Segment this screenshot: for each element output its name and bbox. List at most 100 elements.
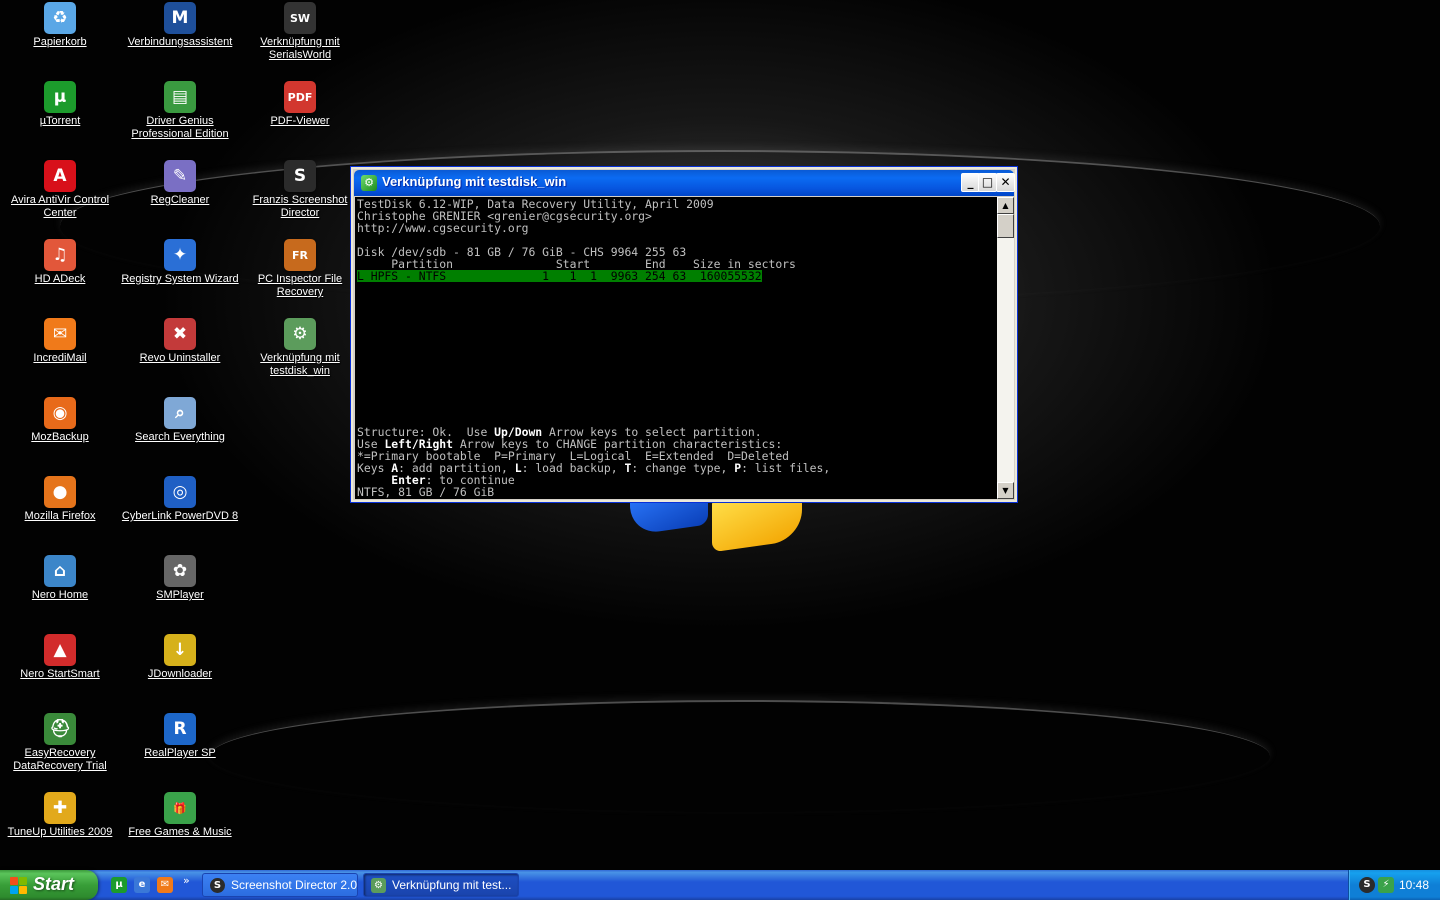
- desktop-icon-label: Revo Uninstaller: [139, 352, 221, 364]
- console-output[interactable]: TestDisk 6.12-WIP, Data Recovery Utility…: [355, 197, 997, 499]
- desktop-icon-label: Verknüpfung mit testdisk_win: [260, 352, 340, 377]
- scroll-down-arrow-icon[interactable]: ▼: [997, 482, 1014, 499]
- desktop-icon[interactable]: ✖ Revo Uninstaller: [120, 318, 240, 365]
- search-everything-icon: ⌕: [164, 397, 196, 429]
- free-games-icon: 🎁: [164, 792, 196, 824]
- window-title: Verknüpfung mit testdisk_win: [382, 174, 567, 189]
- start-button[interactable]: Start: [0, 870, 98, 900]
- utorrent-icon: µ: [44, 81, 76, 113]
- nero-startsmart-icon: ▲: [44, 634, 76, 666]
- desktop-icon-label: RegCleaner: [150, 194, 210, 206]
- desktop-icon[interactable]: ⌂ Nero Home: [0, 555, 120, 602]
- desktop-icon[interactable]: ↓ JDownloader: [120, 634, 240, 681]
- mozbackup-icon: ◉: [44, 397, 76, 429]
- connection-assistant-icon: M: [164, 2, 196, 34]
- desktop-icon-label: CyberLink PowerDVD 8: [121, 510, 239, 522]
- desktop-icon[interactable]: R RealPlayer SP: [120, 713, 240, 760]
- desktop-icon-label: JDownloader: [147, 668, 213, 680]
- desktop-icon[interactable]: ♻ Papierkorb: [0, 2, 120, 49]
- realplayer-icon: R: [164, 713, 196, 745]
- screenshot-director-icon: S: [210, 878, 225, 893]
- desktop-icon[interactable]: ◉ MozBackup: [0, 397, 120, 444]
- window-titlebar[interactable]: ⚙ Verknüpfung mit testdisk_win _ □ ✕: [354, 170, 1015, 196]
- desktop-icon-label: Mozilla Firefox: [24, 510, 96, 522]
- desktop-icon[interactable]: ⌕ Search Everything: [120, 397, 240, 444]
- desktop-icon-label: Franzis Screenshot Director: [252, 194, 348, 219]
- console-scrollbar[interactable]: ▲ ▼: [997, 197, 1014, 499]
- desktop-icon[interactable]: M Verbindungsassistent: [120, 2, 240, 49]
- desktop-icon[interactable]: ♫ HD ADeck: [0, 239, 120, 286]
- desktop-icon[interactable]: ● Mozilla Firefox: [0, 476, 120, 523]
- taskbar-item-label: Screenshot Director 2.0: [231, 878, 358, 892]
- wallpaper-swoosh-bottom: [210, 700, 1270, 812]
- desktop-icon-label: Search Everything: [135, 431, 225, 443]
- powerdvd-icon: ◎: [164, 476, 196, 508]
- desktop-icon[interactable]: 🎁 Free Games & Music: [120, 792, 240, 839]
- desktop-icon-label: Registry System Wizard: [121, 273, 239, 285]
- testdisk-console-window[interactable]: ⚙ Verknüpfung mit testdisk_win _ □ ✕ Tes…: [350, 166, 1018, 503]
- desktop-icon-label: µTorrent: [39, 115, 81, 127]
- quicklaunch-incredimail-icon[interactable]: ✉: [157, 877, 173, 893]
- desktop-icon[interactable]: ◎ CyberLink PowerDVD 8: [120, 476, 240, 523]
- easyrecovery-icon: ⛑: [44, 713, 76, 745]
- taskbar: Start µ e ✉ » S Screenshot Director 2.0 …: [0, 870, 1440, 900]
- desktop-icon[interactable]: A Avira AntiVir Control Center: [0, 160, 120, 220]
- desktop-icon[interactable]: PDF PDF-Viewer: [240, 81, 360, 128]
- desktop-icon-label: Papierkorb: [33, 36, 87, 48]
- desktop-icon-label: HD ADeck: [34, 273, 86, 285]
- firefox-icon: ●: [44, 476, 76, 508]
- desktop-icon[interactable]: ✚ TuneUp Utilities 2009: [0, 792, 120, 839]
- quicklaunch-ie-icon[interactable]: e: [134, 877, 150, 893]
- desktop-icon[interactable]: µ µTorrent: [0, 81, 120, 128]
- start-label: Start: [33, 874, 75, 894]
- desktop-icon-label: IncrediMail: [33, 352, 87, 364]
- desktop-icon-label: Free Games & Music: [128, 826, 232, 838]
- desktop-icon[interactable]: SW Verknüpfung mit SerialsWorld: [240, 2, 360, 62]
- partition-summary-line: NTFS, 81 GB / 76 GiB: [357, 485, 495, 499]
- system-tray: S ⚡ 10:48: [1348, 870, 1440, 900]
- desktop-icon[interactable]: S Franzis Screenshot Director: [240, 160, 360, 220]
- scrollbar-thumb[interactable]: [997, 214, 1014, 238]
- taskbar-item-screenshot-director[interactable]: S Screenshot Director 2.0: [202, 873, 358, 897]
- smplayer-icon: ✿: [164, 555, 196, 587]
- taskbar-item-testdisk[interactable]: ⚙ Verknüpfung mit test...: [363, 873, 519, 897]
- regcleaner-icon: ✎: [164, 160, 196, 192]
- quicklaunch-more-chevron-icon[interactable]: »: [183, 874, 190, 887]
- hd-adeck-icon: ♫: [44, 239, 76, 271]
- desktop-icon-label: Nero StartSmart: [20, 668, 100, 680]
- desktop-icon[interactable]: ✉ IncrediMail: [0, 318, 120, 365]
- desktop-icon[interactable]: ⚙ Verknüpfung mit testdisk_win: [240, 318, 360, 378]
- maximize-button[interactable]: □: [978, 173, 997, 192]
- scroll-up-arrow-icon[interactable]: ▲: [997, 197, 1014, 214]
- tray-network-icon[interactable]: ⚡: [1378, 877, 1394, 893]
- tray-screenshot-director-icon[interactable]: S: [1359, 877, 1375, 893]
- desktop-icon[interactable]: ▲ Nero StartSmart: [0, 634, 120, 681]
- testdisk-shortcut-icon: ⚙: [284, 318, 316, 350]
- desktop-icon[interactable]: ✿ SMPlayer: [120, 555, 240, 602]
- clock[interactable]: 10:48: [1399, 878, 1429, 892]
- desktop-icon-label: Verknüpfung mit SerialsWorld: [260, 36, 340, 61]
- desktop-icon-label: Avira AntiVir Control Center: [10, 194, 110, 219]
- windows-flag-icon: [10, 877, 27, 894]
- desktop-icon-label: RealPlayer SP: [144, 747, 216, 759]
- quicklaunch-utorrent-icon[interactable]: µ: [111, 877, 127, 893]
- testdisk-icon: ⚙: [371, 878, 386, 893]
- close-button[interactable]: ✕: [996, 173, 1015, 192]
- desktop-icon-label: Verbindungsassistent: [127, 36, 233, 48]
- revo-uninstaller-icon: ✖: [164, 318, 196, 350]
- desktop-icon[interactable]: ⛑ EasyRecovery DataRecovery Trial: [0, 713, 120, 773]
- desktop-icon[interactable]: FR PC Inspector File Recovery: [240, 239, 360, 299]
- jdownloader-icon: ↓: [164, 634, 196, 666]
- driver-genius-icon: ▤: [164, 81, 196, 113]
- serialsworld-icon: SW: [284, 2, 316, 34]
- incredimail-icon: ✉: [44, 318, 76, 350]
- desktop-icon[interactable]: ✦ Registry System Wizard: [120, 239, 240, 286]
- desktop-icon[interactable]: ▤ Driver Genius Professional Edition: [120, 81, 240, 141]
- pc-inspector-icon: FR: [284, 239, 316, 271]
- desktop-icon-label: TuneUp Utilities 2009: [7, 826, 113, 838]
- desktop-icon[interactable]: ✎ RegCleaner: [120, 160, 240, 207]
- desktop-icon-label: Driver Genius Professional Edition: [131, 115, 229, 140]
- partition-row-selected[interactable]: L HPFS - NTFS 1 1 1 9963 254 63 16005553…: [357, 270, 762, 282]
- pdf-viewer-icon: PDF: [284, 81, 316, 113]
- testdisk-icon: ⚙: [361, 175, 377, 191]
